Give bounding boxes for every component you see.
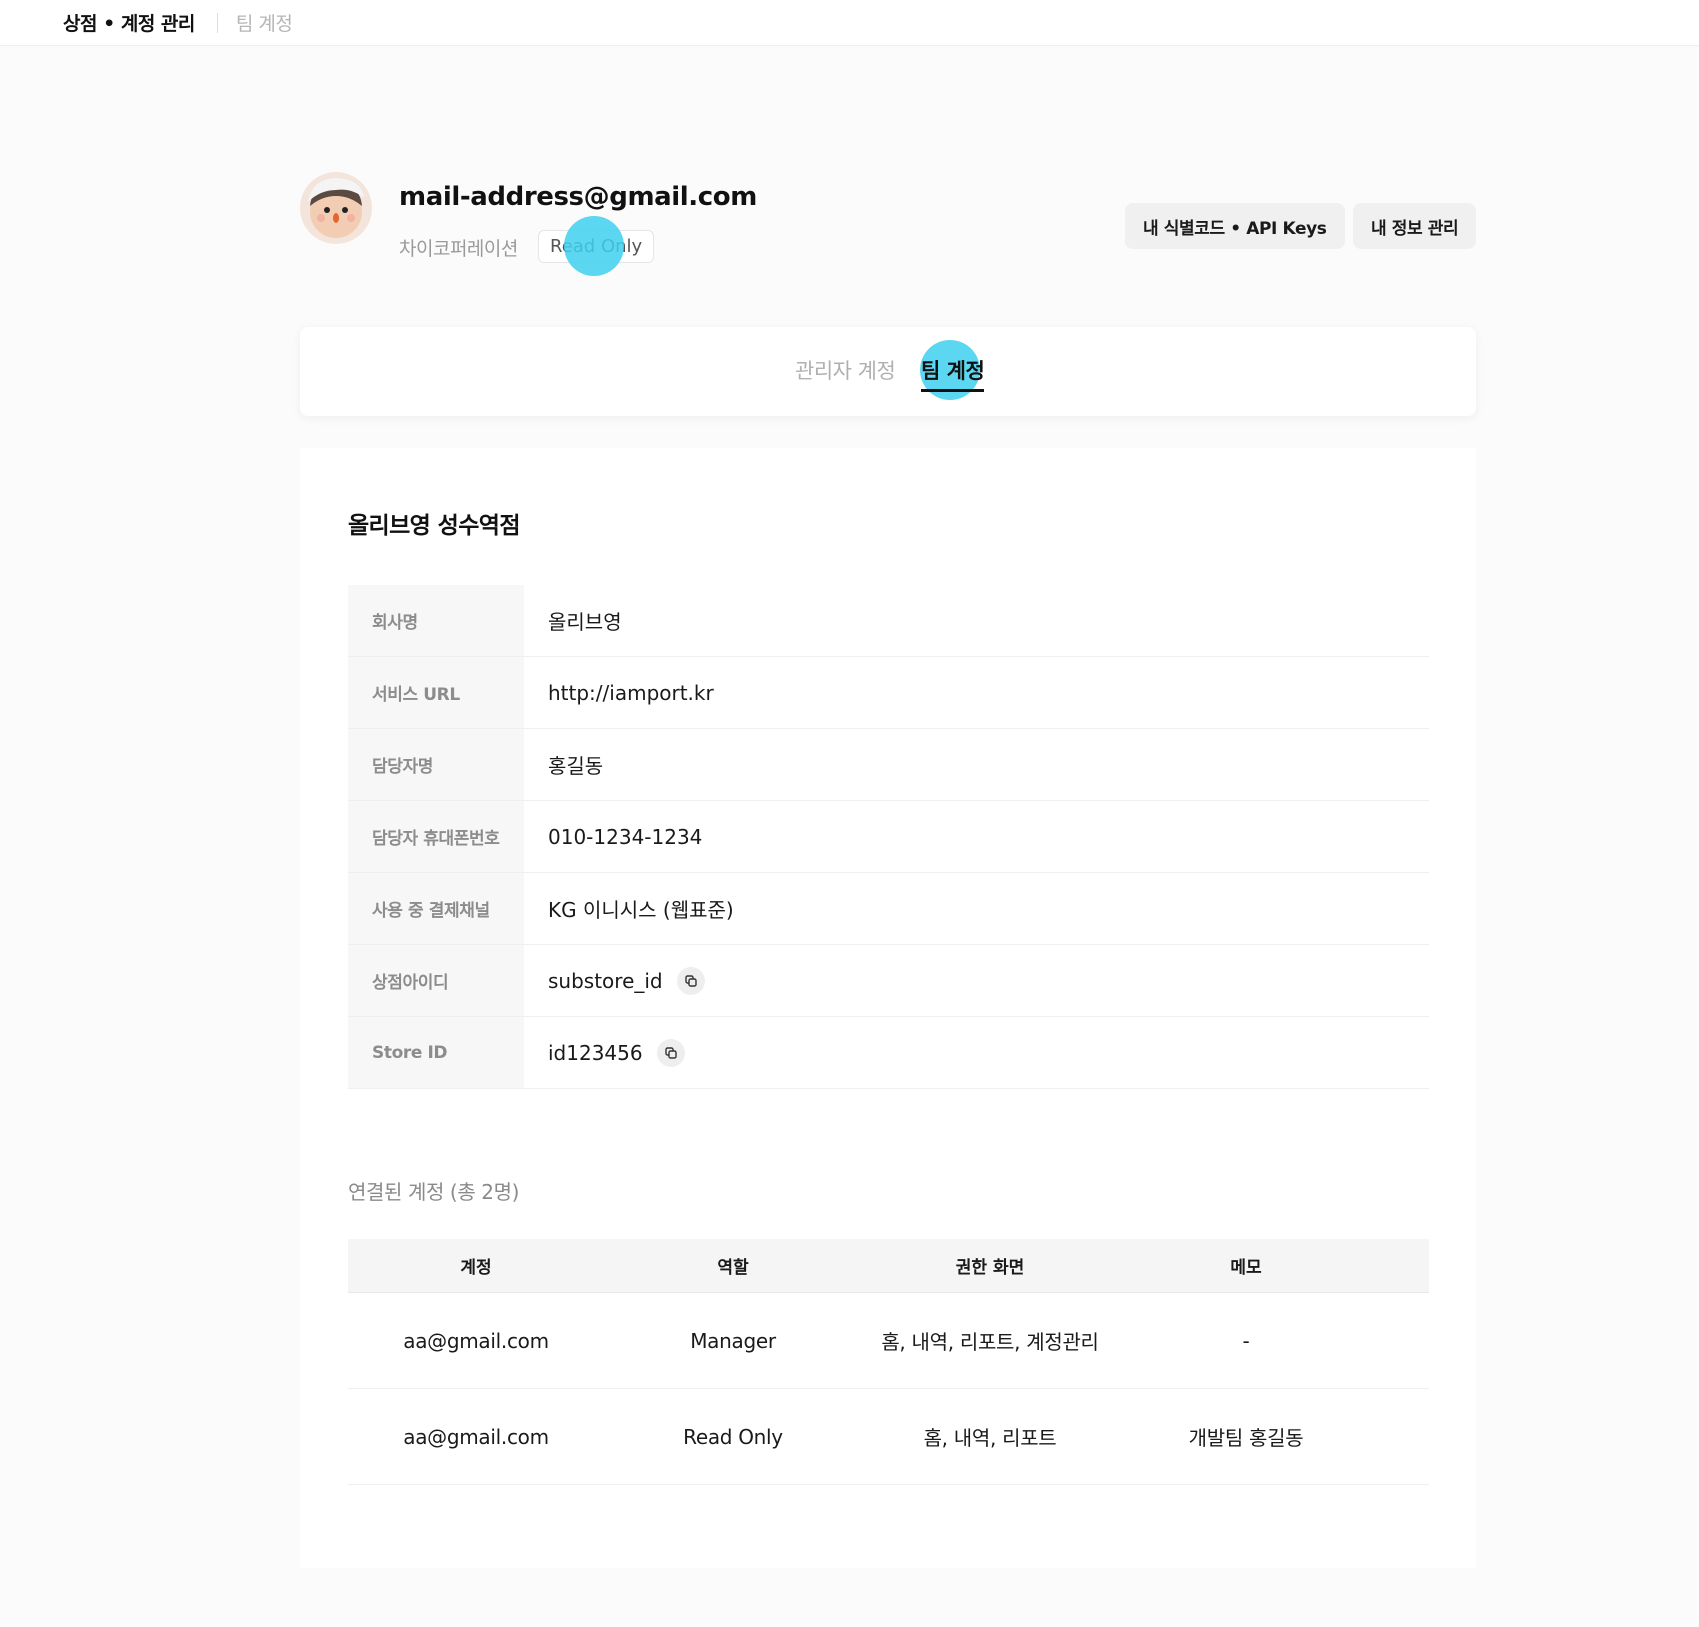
- info-row-manager-phone: 담당자 휴대폰번호 010-1234-1234: [348, 801, 1429, 873]
- column-header-account: 계정: [460, 1258, 492, 1278]
- profile-header: mail-address@gmail.com 차이코퍼레이션 Read Only…: [300, 172, 1478, 276]
- cell-permissions: 홈, 내역, 리포트, 계정관리: [881, 1330, 1099, 1354]
- table-row: aa@gmail.com Manager 홈, 내역, 리포트, 계정관리 -: [348, 1293, 1429, 1389]
- info-label: 사용 중 결제채널: [348, 873, 524, 944]
- copy-icon[interactable]: [676, 966, 705, 995]
- tab-admin-account[interactable]: 관리자 계정: [795, 355, 896, 385]
- store-info-table: 회사명 올리브영 서비스 URL http://iamport.kr 담당자명 …: [348, 585, 1429, 1089]
- click-highlight-marker: [564, 216, 624, 276]
- info-value-with-copy: id123456: [524, 1017, 1429, 1088]
- store-detail-card: 올리브영 성수역점 회사명 올리브영 서비스 URL http://iampor…: [300, 448, 1476, 1568]
- linked-accounts-title: 연결된 계정 (총 2명): [348, 1180, 520, 1204]
- cell-memo: 개발팀 홍길동: [1188, 1426, 1304, 1450]
- info-row-payment-channel: 사용 중 결제채널 KG 이니시스 (웹표준): [348, 873, 1429, 945]
- info-label: 서비스 URL: [348, 657, 524, 728]
- linked-accounts-table: 계정 역할 권한 화면 메모 aa@gmail.com Manager 홈, 내…: [348, 1239, 1429, 1485]
- info-value: 올리브영: [548, 610, 622, 634]
- cell-permissions: 홈, 내역, 리포트: [923, 1426, 1057, 1450]
- info-row-store-id: Store ID id123456: [348, 1017, 1429, 1089]
- info-label: 담당자 휴대폰번호: [348, 801, 524, 872]
- tab-team-account[interactable]: 팀 계정: [921, 355, 985, 392]
- company-name: 차이코퍼레이션: [399, 238, 518, 260]
- my-info-button[interactable]: 내 정보 관리: [1353, 203, 1477, 249]
- info-value: 010-1234-1234: [548, 824, 703, 849]
- avatar: [300, 172, 372, 244]
- breadcrumb-divider: [216, 12, 218, 33]
- info-value-text: substore_id: [548, 968, 663, 993]
- breadcrumb-store-account[interactable]: 상점 • 계정 관리: [63, 9, 195, 36]
- info-value: KG 이니시스 (웹표준): [548, 898, 734, 922]
- cell-account: aa@gmail.com: [403, 1424, 549, 1449]
- info-label: 담당자명: [348, 729, 524, 800]
- info-value: 홍길동: [548, 754, 604, 778]
- info-row-company: 회사명 올리브영: [348, 585, 1429, 657]
- copy-icon[interactable]: [656, 1038, 685, 1067]
- info-row-service-url: 서비스 URL http://iamport.kr: [348, 657, 1429, 729]
- column-header-permissions: 권한 화면: [955, 1258, 1025, 1278]
- info-value-with-copy: substore_id: [524, 945, 1429, 1016]
- cell-memo: -: [1242, 1328, 1250, 1353]
- account-email: mail-address@gmail.com: [399, 182, 757, 212]
- info-value: http://iamport.kr: [548, 680, 714, 705]
- store-title: 올리브영 성수역점: [348, 513, 520, 539]
- avatar-face-icon: [308, 178, 364, 238]
- table-header: 계정 역할 권한 화면 메모: [348, 1239, 1429, 1293]
- column-header-role: 역할: [717, 1258, 749, 1278]
- info-value-text: id123456: [548, 1040, 643, 1065]
- info-label: 상점아이디: [348, 945, 524, 1016]
- breadcrumb-current: 팀 계정: [235, 13, 293, 35]
- top-navigation-bar: 상점 • 계정 관리 팀 계정: [0, 0, 1699, 46]
- info-row-manager: 담당자명 홍길동: [348, 729, 1429, 801]
- account-tabs: 관리자 계정 팀 계정: [300, 327, 1476, 416]
- column-header-memo: 메모: [1230, 1258, 1262, 1278]
- info-row-store-login-id: 상점아이디 substore_id: [348, 945, 1429, 1017]
- cell-role: Manager: [690, 1328, 776, 1353]
- table-row: aa@gmail.com Read Only 홈, 내역, 리포트 개발팀 홍길…: [348, 1389, 1429, 1485]
- identifier-api-keys-button[interactable]: 내 식별코드 • API Keys: [1125, 203, 1345, 249]
- cell-role: Read Only: [683, 1424, 783, 1449]
- info-label: 회사명: [348, 585, 524, 656]
- info-label: Store ID: [348, 1017, 524, 1088]
- cell-account: aa@gmail.com: [403, 1328, 549, 1353]
